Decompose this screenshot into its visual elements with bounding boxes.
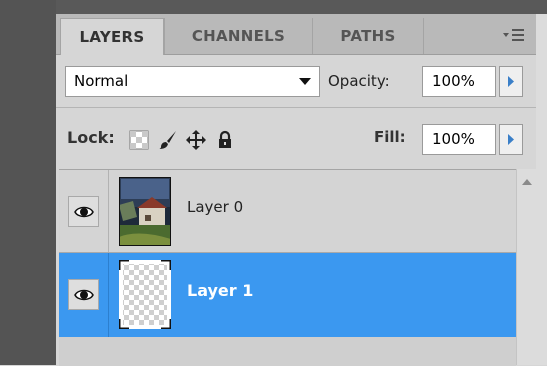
layer-name: Layer 0 [187,198,244,216]
row-separator [108,253,109,337]
panel-tab-bar: LAYERS CHANNELS PATHS [56,14,536,55]
blend-options-row: Normal Opacity: 100% [56,55,536,108]
eye-icon [74,206,94,218]
layer-row-layer-1[interactable]: Layer 1 [59,253,516,337]
eye-icon [74,289,94,301]
lock-all-icon[interactable] [215,130,235,150]
row-separator [108,170,109,252]
opacity-value: 100% [432,72,475,90]
layers-panel: LAYERS CHANNELS PATHS Normal Opacity: 10… [56,14,537,366]
workspace-left-strip [0,0,56,365]
layer-visibility-toggle[interactable] [68,279,99,310]
fill-slider-button[interactable] [499,124,523,155]
fill-field[interactable]: 100% [422,124,496,155]
opacity-field[interactable]: 100% [422,66,496,97]
layers-scrollbar[interactable] [516,169,537,365]
tab-channels[interactable]: CHANNELS [164,18,312,54]
chevron-down-icon [299,78,311,85]
lock-options-row: Lock: Fill: 100% [56,108,536,169]
blend-mode-dropdown[interactable]: Normal [65,66,320,97]
layer-row-layer-0[interactable]: Layer 0 [59,170,516,253]
opacity-slider-button[interactable] [499,66,523,97]
layer-visibility-toggle[interactable] [68,196,99,227]
layer-thumbnail [118,176,172,247]
lock-image-pixels-icon[interactable] [158,130,178,150]
blend-mode-value: Normal [74,72,129,90]
tab-paths[interactable]: PATHS [312,18,424,54]
opacity-label: Opacity: [328,72,390,90]
fill-label: Fill: [374,128,406,146]
lock-label: Lock: [67,128,115,147]
fill-value: 100% [432,130,475,148]
lock-transparent-pixels-icon[interactable] [129,130,149,150]
lock-position-icon[interactable] [186,130,206,150]
layer-name: Layer 1 [187,281,254,300]
arrow-right-icon [508,134,514,145]
layers-list: Layer 0 Layer 1 [59,169,516,366]
layer-thumbnail [117,258,173,331]
scroll-up-arrow-icon[interactable] [522,178,532,185]
arrow-right-icon [508,76,514,87]
tab-layers[interactable]: LAYERS [60,18,164,55]
panel-right-gutter [536,14,547,365]
workspace-top-strip [56,0,547,14]
panel-menu-icon[interactable] [502,25,526,45]
